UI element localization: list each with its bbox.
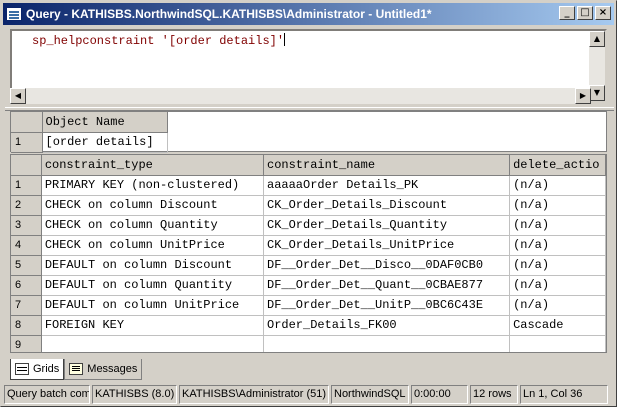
- table-row[interactable]: 7 DEFAULT on column UnitPrice DF__Order_…: [11, 295, 606, 316]
- row-number[interactable]: 1: [11, 132, 43, 153]
- text-caret: [284, 33, 286, 46]
- column-header-empty: [167, 112, 605, 132]
- cell-delete-action[interactable]: [509, 335, 606, 352]
- status-message: Query batch com: [4, 385, 90, 404]
- query-text[interactable]: sp_helpconstraint '[order details]': [32, 33, 286, 48]
- tab-messages-label: Messages: [87, 363, 138, 375]
- cell-constraint-name[interactable]: [263, 335, 511, 352]
- cell-constraint-name[interactable]: DF__Order_Det__Disco__0DAF0CB0: [263, 255, 511, 276]
- cell-delete-action[interactable]: (n/a): [509, 295, 606, 316]
- status-server: KATHISBS (8.0): [92, 385, 177, 404]
- query-window-icon: [6, 7, 22, 21]
- row-number[interactable]: 4: [11, 235, 42, 256]
- cell-constraint-type[interactable]: [41, 335, 265, 352]
- table-row[interactable]: 4 CHECK on column UnitPrice CK_Order_Det…: [11, 235, 606, 256]
- cell-constraint-name[interactable]: CK_Order_Details_Quantity: [263, 215, 511, 236]
- status-database: NorthwindSQL: [331, 385, 409, 404]
- cell-delete-action[interactable]: (n/a): [509, 275, 606, 296]
- row-number[interactable]: 7: [11, 295, 42, 316]
- scroll-left-icon[interactable]: ◀: [10, 88, 26, 104]
- title-bar[interactable]: Query - KATHISBS.NorthwindSQL.KATHISBS\A…: [3, 3, 614, 25]
- result-table-1: Object Name 1 [order details]: [11, 112, 605, 153]
- messages-icon: [69, 363, 84, 375]
- tab-grids[interactable]: Grids: [10, 359, 65, 380]
- result-grid-1[interactable]: Object Name 1 [order details]: [10, 111, 607, 153]
- column-header-delete-action[interactable]: delete_actio: [509, 155, 606, 176]
- table-row[interactable]: 2 CHECK on column Discount CK_Order_Deta…: [11, 195, 606, 216]
- cell-constraint-type[interactable]: PRIMARY KEY (non-clustered): [41, 175, 265, 196]
- status-cursor-position: Ln 1, Col 36: [520, 385, 608, 404]
- cell-empty: [167, 132, 605, 152]
- cell-constraint-name[interactable]: DF__Order_Det__UnitP__0BC6C43E: [263, 295, 511, 316]
- column-header-constraint-name[interactable]: constraint_name: [263, 155, 511, 176]
- cell-constraint-type[interactable]: FOREIGN KEY: [41, 315, 265, 336]
- editor-horizontal-scrollbar[interactable]: ◀ ▶: [10, 88, 591, 104]
- cell-delete-action[interactable]: Cascade: [509, 315, 606, 336]
- cell-constraint-type[interactable]: CHECK on column UnitPrice: [41, 235, 265, 256]
- table-row[interactable]: 1 [order details]: [11, 132, 605, 153]
- grid-icon: [15, 363, 29, 375]
- row-number-header: [11, 112, 43, 133]
- editor-vertical-scrollbar[interactable]: ▲ ▼: [589, 31, 605, 101]
- status-row-count: 12 rows: [470, 385, 518, 404]
- minimize-button[interactable]: _: [559, 6, 575, 20]
- table-row[interactable]: 9: [11, 335, 606, 352]
- table-row[interactable]: 3 CHECK on column Quantity CK_Order_Deta…: [11, 215, 606, 236]
- cell-constraint-type[interactable]: DEFAULT on column UnitPrice: [41, 295, 265, 316]
- status-user: KATHISBS\Administrator (51): [179, 385, 329, 404]
- status-bar: Query batch com KATHISBS (8.0) KATHISBS\…: [4, 385, 614, 404]
- maximize-button[interactable]: □: [577, 6, 593, 20]
- row-number[interactable]: 1: [11, 175, 42, 196]
- cell-constraint-name[interactable]: Order_Details_FK00: [263, 315, 511, 336]
- cell-constraint-type[interactable]: DEFAULT on column Quantity: [41, 275, 265, 296]
- row-number[interactable]: 6: [11, 275, 42, 296]
- cell-constraint-name[interactable]: DF__Order_Det__Quant__0CBAE877: [263, 275, 511, 296]
- cell-delete-action[interactable]: (n/a): [509, 215, 606, 236]
- results-tabs: Grids Messages: [10, 359, 143, 381]
- query-text-content: sp_helpconstraint '[order details]': [32, 34, 285, 48]
- cell-delete-action[interactable]: (n/a): [509, 255, 606, 276]
- cell-delete-action[interactable]: (n/a): [509, 235, 606, 256]
- table-row[interactable]: 8 FOREIGN KEY Order_Details_FK00 Cascade: [11, 315, 606, 336]
- cell-constraint-type[interactable]: DEFAULT on column Discount: [41, 255, 265, 276]
- result-table-2: constraint_type constraint_name delete_a…: [11, 155, 606, 352]
- scroll-up-icon[interactable]: ▲: [589, 31, 605, 47]
- row-number[interactable]: 3: [11, 215, 42, 236]
- cell-constraint-name[interactable]: aaaaaOrder Details_PK: [263, 175, 511, 196]
- row-number[interactable]: 8: [11, 315, 42, 336]
- close-button[interactable]: ×: [595, 6, 611, 20]
- column-header-object-name[interactable]: Object Name: [42, 112, 168, 133]
- cell-delete-action[interactable]: (n/a): [509, 195, 606, 216]
- cell-constraint-type[interactable]: CHECK on column Quantity: [41, 215, 265, 236]
- tab-messages[interactable]: Messages: [64, 359, 143, 380]
- status-elapsed-time: 0:00:00: [411, 385, 468, 404]
- cell-constraint-type[interactable]: CHECK on column Discount: [41, 195, 265, 216]
- table-row[interactable]: 1 PRIMARY KEY (non-clustered) aaaaaOrder…: [11, 175, 606, 196]
- table-row[interactable]: 5 DEFAULT on column Discount DF__Order_D…: [11, 255, 606, 276]
- window-controls: _ □ ×: [559, 6, 611, 20]
- tab-grids-label: Grids: [33, 363, 60, 375]
- window-title: Query - KATHISBS.NorthwindSQL.KATHISBS\A…: [26, 7, 432, 21]
- table-row[interactable]: 6 DEFAULT on column Quantity DF__Order_D…: [11, 275, 606, 296]
- cell-delete-action[interactable]: (n/a): [509, 175, 606, 196]
- scroll-right-icon[interactable]: ▶: [575, 88, 591, 104]
- row-number[interactable]: 9: [11, 335, 42, 352]
- column-header-constraint-type[interactable]: constraint_type: [41, 155, 265, 176]
- cell-constraint-name[interactable]: CK_Order_Details_UnitPrice: [263, 235, 511, 256]
- cell-object-name[interactable]: [order details]: [42, 132, 168, 153]
- row-number[interactable]: 2: [11, 195, 42, 216]
- result-grid-2[interactable]: constraint_type constraint_name delete_a…: [10, 154, 607, 353]
- cell-constraint-name[interactable]: CK_Order_Details_Discount: [263, 195, 511, 216]
- row-number-header: [11, 155, 42, 176]
- scroll-down-icon[interactable]: ▼: [589, 85, 605, 101]
- result-header-row: constraint_type constraint_name delete_a…: [11, 155, 606, 176]
- row-number[interactable]: 5: [11, 255, 42, 276]
- query-window: Query - KATHISBS.NorthwindSQL.KATHISBS\A…: [0, 0, 617, 407]
- result-header-row: Object Name: [11, 112, 605, 133]
